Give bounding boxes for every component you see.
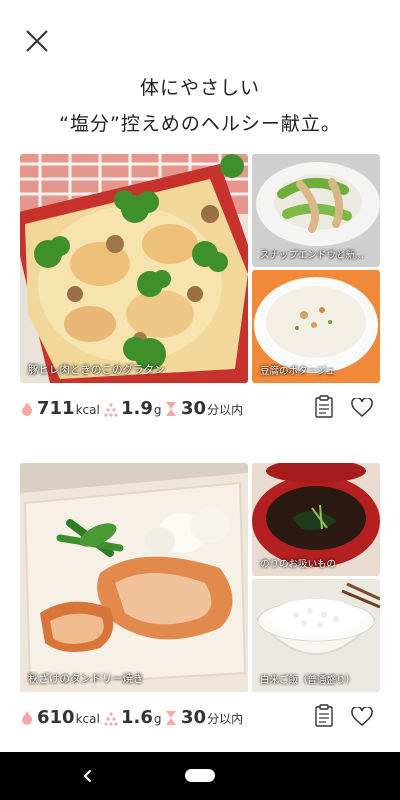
side-dish-tile-2[interactable]: 豆腐のポタージュ: [252, 270, 380, 383]
salmon-photo: [20, 463, 248, 692]
main-dish-caption: 豚ヒレ肉ときのこのグラタン: [28, 364, 165, 376]
time-value: 30: [181, 398, 207, 419]
menu-stats: 610 kcal 1.6 g 30 分以内: [20, 703, 380, 733]
menu-stats: 711 kcal 1.9 g 30 分以内: [20, 394, 380, 424]
flame-icon: [22, 711, 32, 725]
main-dish-tile[interactable]: 秋ざけのタンドリー焼き: [20, 463, 248, 692]
hourglass-icon: [166, 711, 176, 725]
calorie-value: 711: [37, 398, 75, 419]
side-dish-caption-2: 豆腐のポタージュ: [260, 366, 336, 377]
clipboard-icon[interactable]: [314, 395, 334, 419]
menu-card: 秋ざけのタンドリー焼き のりのお吸いもの 白米ご飯（普通盛り） 610 kcal…: [20, 463, 380, 728]
time-unit: 分以内: [207, 403, 244, 417]
home-pill-button[interactable]: [185, 769, 215, 782]
clipboard-icon[interactable]: [314, 704, 334, 728]
side-dish-caption-1: のりのお吸いもの: [260, 559, 337, 570]
side-dish-tile-1[interactable]: のりのお吸いもの: [252, 463, 380, 576]
side-dish-caption-2: 白米ご飯（普通盛り）: [260, 675, 356, 686]
time-value: 30: [181, 707, 207, 728]
salt-icon: [104, 403, 118, 417]
headline-line-1: 体にやさしい: [139, 77, 260, 99]
salt-stat: 1.6 g: [104, 707, 162, 729]
side-dish-caption-1: スナップエンドウと新...: [260, 250, 365, 261]
salt-value: 1.6: [121, 707, 153, 728]
headline-line-2: “塩分”控えめのヘルシー献立。: [59, 113, 341, 135]
time-unit: 分以内: [207, 712, 244, 726]
page-headline: 体にやさしい “塩分”控えめのヘルシー献立。: [0, 70, 400, 142]
close-icon[interactable]: [22, 26, 52, 56]
salt-icon: [104, 712, 118, 726]
side-dish-tile-1[interactable]: スナップエンドウと新...: [252, 154, 380, 267]
time-stat: 30 分以内: [164, 707, 243, 729]
salt-value: 1.9: [121, 398, 153, 419]
main-dish-caption: 秋ざけのタンドリー焼き: [28, 673, 144, 685]
menu-photo-grid: 秋ざけのタンドリー焼き のりのお吸いもの 白米ご飯（普通盛り）: [20, 463, 380, 692]
calorie-value: 610: [37, 707, 75, 728]
hourglass-icon: [166, 402, 176, 416]
salt-stat: 1.9 g: [104, 398, 162, 420]
main-dish-tile[interactable]: 豚ヒレ肉ときのこのグラタン: [20, 154, 248, 383]
flame-icon: [22, 402, 32, 416]
system-navigation-bar: [0, 752, 400, 800]
gratin-photo: [20, 154, 248, 383]
menu-photo-grid: 豚ヒレ肉ときのこのグラタン スナップエンドウと新... 豆腐のポタージュ: [20, 154, 380, 383]
menu-card: 豚ヒレ肉ときのこのグラタン スナップエンドウと新... 豆腐のポタージュ 711…: [20, 154, 380, 419]
heart-icon[interactable]: [351, 398, 373, 418]
side-dish-tile-2[interactable]: 白米ご飯（普通盛り）: [252, 579, 380, 692]
calorie-unit: kcal: [75, 403, 100, 417]
chevron-left-icon[interactable]: [76, 764, 100, 788]
calorie-stat: 610 kcal: [20, 707, 100, 729]
calorie-stat: 711 kcal: [20, 398, 100, 420]
calorie-unit: kcal: [75, 712, 100, 726]
time-stat: 30 分以内: [164, 398, 243, 420]
heart-icon[interactable]: [351, 707, 373, 727]
salt-unit: g: [153, 712, 162, 726]
salt-unit: g: [153, 403, 162, 417]
